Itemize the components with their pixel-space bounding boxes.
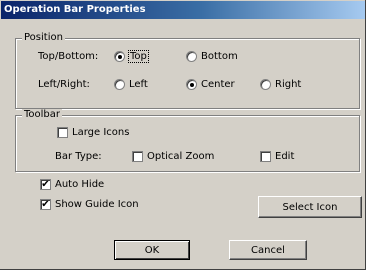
auto-hide-box[interactable]: ✔ (40, 179, 51, 190)
radio-right-indicator[interactable] (260, 79, 271, 90)
optical-zoom-label: Optical Zoom (147, 151, 215, 162)
position-group-label: Position (22, 32, 65, 43)
auto-hide-checkbox[interactable]: ✔ Auto Hide (40, 179, 104, 190)
edit-checkbox[interactable]: Edit (260, 151, 294, 162)
radio-bottom-label: Bottom (201, 51, 238, 62)
window-title: Operation Bar Properties (4, 4, 146, 15)
radio-top-label: Top (128, 50, 149, 63)
large-icons-box[interactable] (57, 127, 68, 138)
bar-type-label: Bar Type: (55, 151, 102, 162)
radio-top-indicator[interactable] (114, 51, 125, 62)
radio-bottom-indicator[interactable] (186, 51, 197, 62)
select-icon-button[interactable]: Select Icon (258, 196, 362, 218)
large-icons-checkbox[interactable]: Large Icons (57, 127, 129, 138)
radio-center-label: Center (201, 79, 235, 90)
radio-right[interactable]: Right (260, 79, 301, 90)
dialog-window: Operation Bar Properties Position Top/Bo… (0, 0, 366, 270)
optical-zoom-box[interactable] (132, 151, 143, 162)
radio-left-label: Left (129, 79, 148, 90)
left-right-label: Left/Right: (38, 79, 90, 90)
show-guide-icon-checkbox[interactable]: ✔ Show Guide Icon (40, 199, 139, 210)
radio-center[interactable]: Center (186, 79, 235, 90)
optical-zoom-checkbox[interactable]: Optical Zoom (132, 151, 214, 162)
cancel-button[interactable]: Cancel (229, 240, 307, 260)
edit-box[interactable] (260, 151, 271, 162)
radio-right-label: Right (275, 79, 302, 90)
title-bar[interactable]: Operation Bar Properties (1, 1, 365, 19)
toolbar-group: Toolbar Large Icons Bar Type: Optical Zo… (15, 109, 360, 172)
top-bottom-label: Top/Bottom: (38, 51, 99, 62)
radio-top[interactable]: Top (114, 50, 149, 63)
radio-center-indicator[interactable] (186, 79, 197, 90)
radio-left-indicator[interactable] (114, 79, 125, 90)
large-icons-label: Large Icons (72, 127, 130, 138)
edit-label: Edit (275, 151, 295, 162)
radio-bottom[interactable]: Bottom (186, 51, 238, 62)
toolbar-group-label: Toolbar (22, 109, 63, 120)
ok-button[interactable]: OK (114, 240, 190, 260)
auto-hide-label: Auto Hide (55, 179, 105, 190)
position-group: Position Top/Bottom: Top Bottom Left/Rig… (15, 32, 360, 109)
show-guide-icon-box[interactable]: ✔ (40, 199, 51, 210)
radio-left[interactable]: Left (114, 79, 148, 90)
show-guide-icon-label: Show Guide Icon (55, 199, 139, 210)
